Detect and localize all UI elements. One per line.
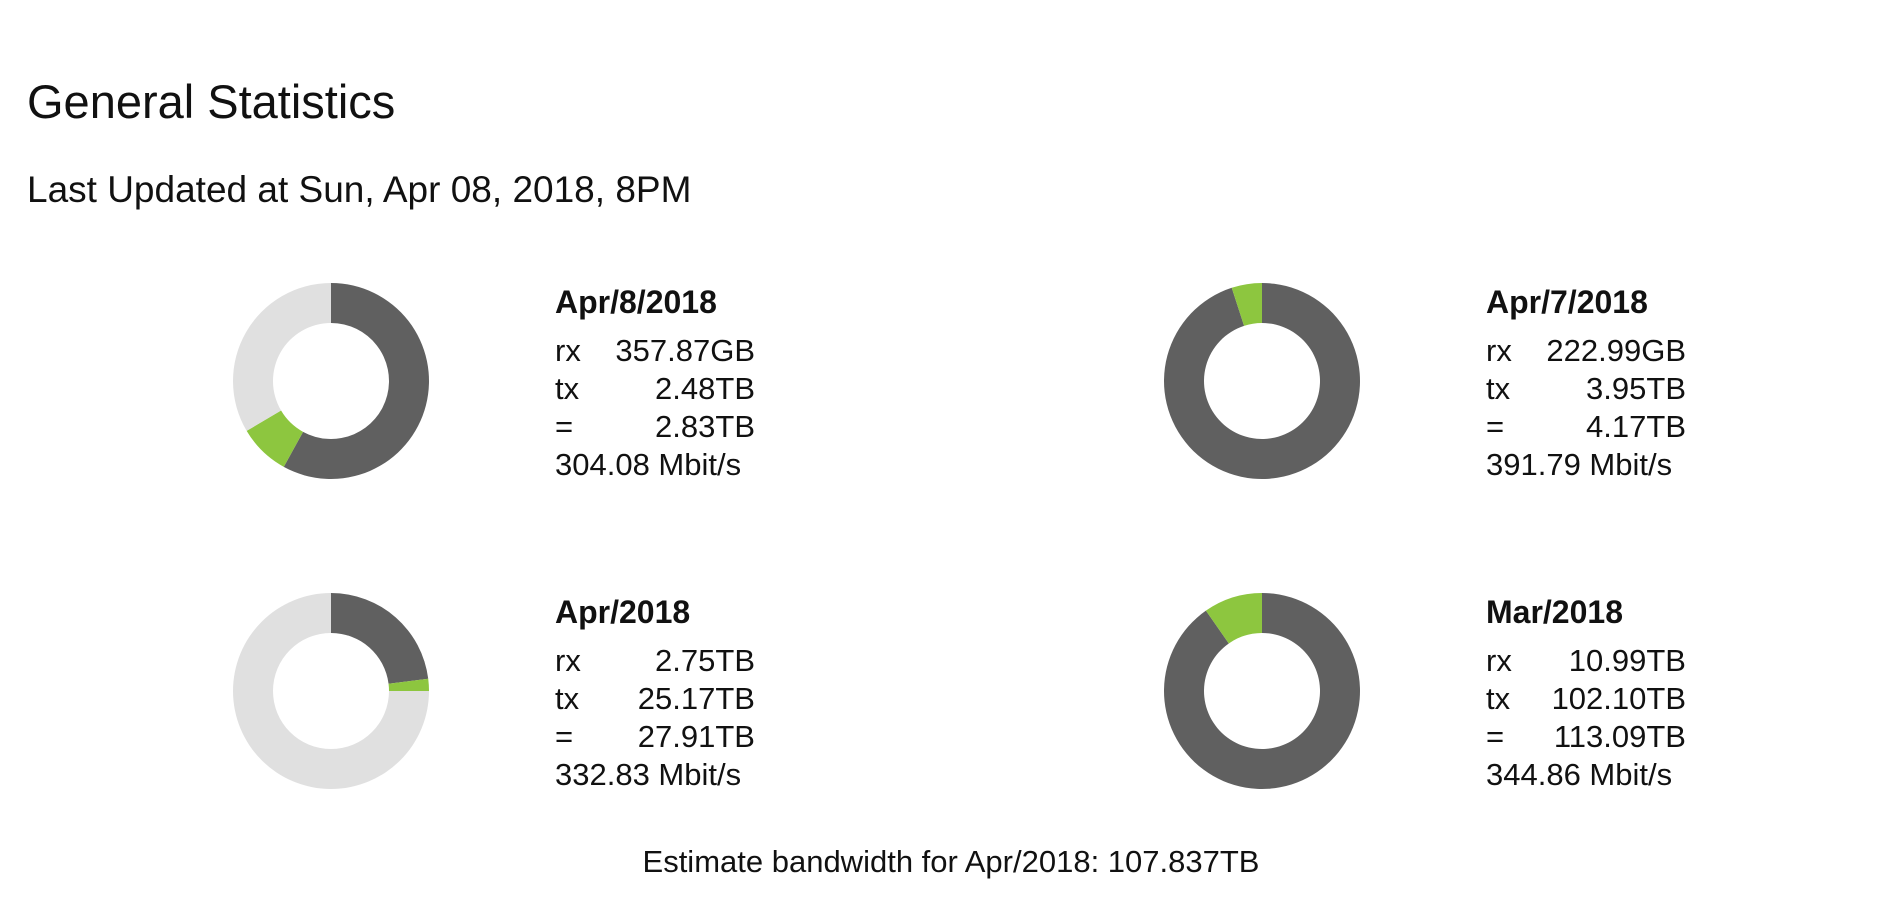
stat-info: Apr/7/2018 rx 222.99GB tx 3.95TB = 4.17TB 3… [1486, 282, 1686, 484]
total-label: = [555, 719, 574, 754]
rate-value: 332.83 Mbit/s [555, 757, 742, 792]
donut-chart [233, 283, 429, 479]
estimate-bandwidth-text: Estimate bandwidth for Apr/2018: 107.837… [642, 844, 1260, 879]
period-title: Apr/8/2018 [555, 284, 717, 320]
total-value: 4.17TB [1586, 409, 1686, 444]
page-title: General Statistics [27, 75, 396, 128]
tx-value: 102.10TB [1551, 681, 1686, 716]
total-label: = [1486, 719, 1505, 754]
tx-label: tx [555, 681, 580, 716]
stat-block-apr-8-2018: Apr/8/2018 rx 357.87GB tx 2.48TB = 2.83TB 3… [232, 282, 1052, 542]
total-label: = [1486, 409, 1505, 444]
tx-row: tx 2.48TB [555, 370, 755, 408]
period-title: Mar/2018 [1486, 594, 1623, 630]
total-row: = 4.17TB [1486, 408, 1686, 446]
rate-value: 304.08 Mbit/s [555, 447, 742, 482]
total-row: = 27.91TB [555, 718, 755, 756]
rx-row: rx 222.99GB [1486, 332, 1686, 370]
rx-label: rx [1486, 643, 1512, 678]
tx-row: tx 25.17TB [555, 680, 755, 718]
tx-segment [331, 593, 429, 684]
tx-row: tx 3.95TB [1486, 370, 1686, 408]
total-value: 27.91TB [637, 719, 755, 754]
tx-value: 2.48TB [655, 371, 755, 406]
tx-label: tx [1486, 681, 1511, 716]
rx-label: rx [1486, 333, 1512, 368]
period-title: Apr/2018 [555, 594, 691, 630]
tx-segment [1164, 593, 1360, 789]
rx-value: 2.75TB [655, 643, 755, 678]
total-row: = 2.83TB [555, 408, 755, 446]
rx-label: rx [555, 643, 581, 678]
stat-info: Apr/8/2018 rx 357.87GB tx 2.48TB = 2.83TB 3… [555, 282, 755, 484]
stat-block-apr-7-2018: Apr/7/2018 rx 222.99GB tx 3.95TB = 4.17TB 3… [1163, 282, 1902, 542]
total-value: 113.09TB [1553, 719, 1686, 754]
rx-value: 357.87GB [615, 333, 755, 368]
tx-row: tx 102.10TB [1486, 680, 1686, 718]
total-value: 2.83TB [655, 409, 755, 444]
period-title: Apr/7/2018 [1486, 284, 1648, 320]
tx-label: tx [1486, 371, 1511, 406]
tx-label: tx [555, 371, 580, 406]
total-label: = [555, 409, 574, 444]
rx-row: rx 10.99TB [1486, 642, 1686, 680]
last-updated-heading: Last Updated at Sun, Apr 08, 2018, 8PM [27, 169, 692, 210]
stat-block-mar-2018: Mar/2018 rx 10.99TB tx 102.10TB = 113.09TB … [1163, 592, 1902, 852]
rate-value: 344.86 Mbit/s [1486, 757, 1673, 792]
rate-value: 391.79 Mbit/s [1486, 447, 1673, 482]
stat-info: Apr/2018 rx 2.75TB tx 25.17TB = 27.91TB 332… [555, 592, 755, 794]
total-row: = 113.09TB [1486, 718, 1686, 756]
tx-segment [1164, 283, 1360, 479]
stat-block-apr-2018: Apr/2018 rx 2.75TB tx 25.17TB = 27.91TB 332… [232, 592, 1052, 852]
rx-value: 222.99GB [1546, 333, 1686, 368]
rx-label: rx [555, 333, 581, 368]
donut-chart [1164, 283, 1360, 479]
donut-chart [233, 593, 429, 789]
rx-row: rx 2.75TB [555, 642, 755, 680]
rx-row: rx 357.87GB [555, 332, 755, 370]
rx-value: 10.99TB [1568, 643, 1686, 678]
stat-info: Mar/2018 rx 10.99TB tx 102.10TB = 113.09TB … [1486, 592, 1686, 794]
tx-value: 3.95TB [1586, 371, 1686, 406]
donut-chart [1164, 593, 1360, 789]
remaining-segment [233, 283, 331, 431]
tx-value: 25.17TB [637, 681, 755, 716]
